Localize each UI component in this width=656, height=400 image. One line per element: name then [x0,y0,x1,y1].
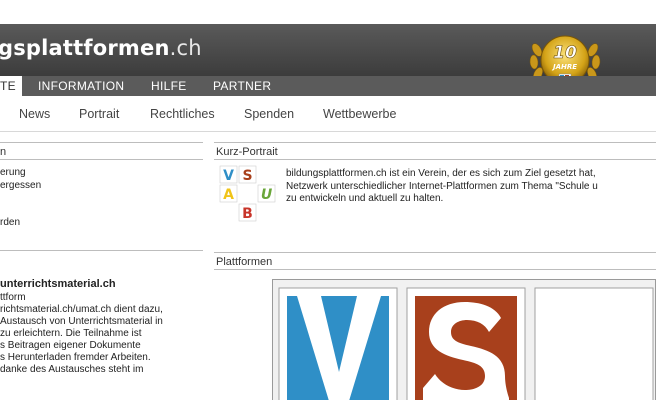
vsaub-logo-icon: V S A U B [219,165,277,223]
portrait-section-heading: Kurz-Portrait [214,142,656,160]
portrait-line-3: zu entwickeln und aktuell zu halten. [286,193,444,204]
subnav-portrait[interactable]: Portrait [79,107,119,121]
left-link-1[interactable]: erung [0,167,26,180]
platform-desc-7: danke des Austausches steht im [0,364,144,375]
top-navigation: TE INFORMATION HILFE PARTNER [0,76,656,97]
platforms-section-heading: Plattformen [214,252,656,270]
platforms-heading-text: Plattformen [216,256,273,268]
platform-desc-3: Austausch von Unterrichtsmaterial in [0,316,163,327]
subnav-rechtliches[interactable]: Rechtliches [150,107,215,121]
portrait-line-2: Netzwerk unterschiedlicher Internet-Plat… [286,180,598,192]
portrait-text: bildungsplattformen.ch ist ein Verein, d… [286,168,598,206]
platform-desc-4: zu erleichtern. Die Teilnahme ist [0,328,142,339]
logo-letter-v: V [223,168,234,184]
platform-desc-5: s Beitragen eigener Dokumente [0,340,141,351]
badge-number: 10 [553,43,577,63]
portrait-line-1: bildungsplattformen.ch ist ein Verein, d… [286,168,596,179]
logo-letter-u: U [261,187,273,203]
site-title-name: gsplattformen [0,36,170,60]
badge-text: JAHRE [551,63,577,71]
platform-desc-2: richtsmaterial.ch/umat.ch dient dazu, [0,304,163,315]
subnav-news[interactable]: News [19,107,50,121]
site-title[interactable]: gsplattformen.ch [0,36,202,60]
logo-letter-s: S [242,168,252,184]
subnav-wettbewerbe[interactable]: Wettbewerbe [323,107,396,121]
platform-desc-6: s Herunterladen fremder Arbeiten. [0,352,151,363]
sub-navigation: News Portrait Rechtliches Spenden Wettbe… [0,96,656,132]
tab-hilfe[interactable]: HILFE [151,76,187,96]
left-divider [0,250,203,251]
logo-letter-a: A [223,187,234,203]
tab-partner[interactable]: PARTNER [213,76,271,96]
platform-desc-1: ttform [0,292,26,303]
vs-platform-logo-icon [278,287,654,400]
logo-letter-b: B [242,206,253,222]
tab-start[interactable]: TE [0,76,22,97]
portrait-heading-text: Kurz-Portrait [216,146,278,158]
platform-logo-frame[interactable] [272,279,656,400]
subnav-spenden[interactable]: Spenden [244,107,294,121]
left-link-3[interactable]: rden [0,217,20,230]
platform-title[interactable]: unterrichtsmaterial.ch [0,278,116,291]
site-title-tld: .ch [169,36,202,60]
tab-information[interactable]: INFORMATION [38,76,124,96]
left-section-heading: n [0,142,203,160]
left-link-2[interactable]: ergessen [0,180,41,193]
left-section-heading-text: n [0,146,7,158]
